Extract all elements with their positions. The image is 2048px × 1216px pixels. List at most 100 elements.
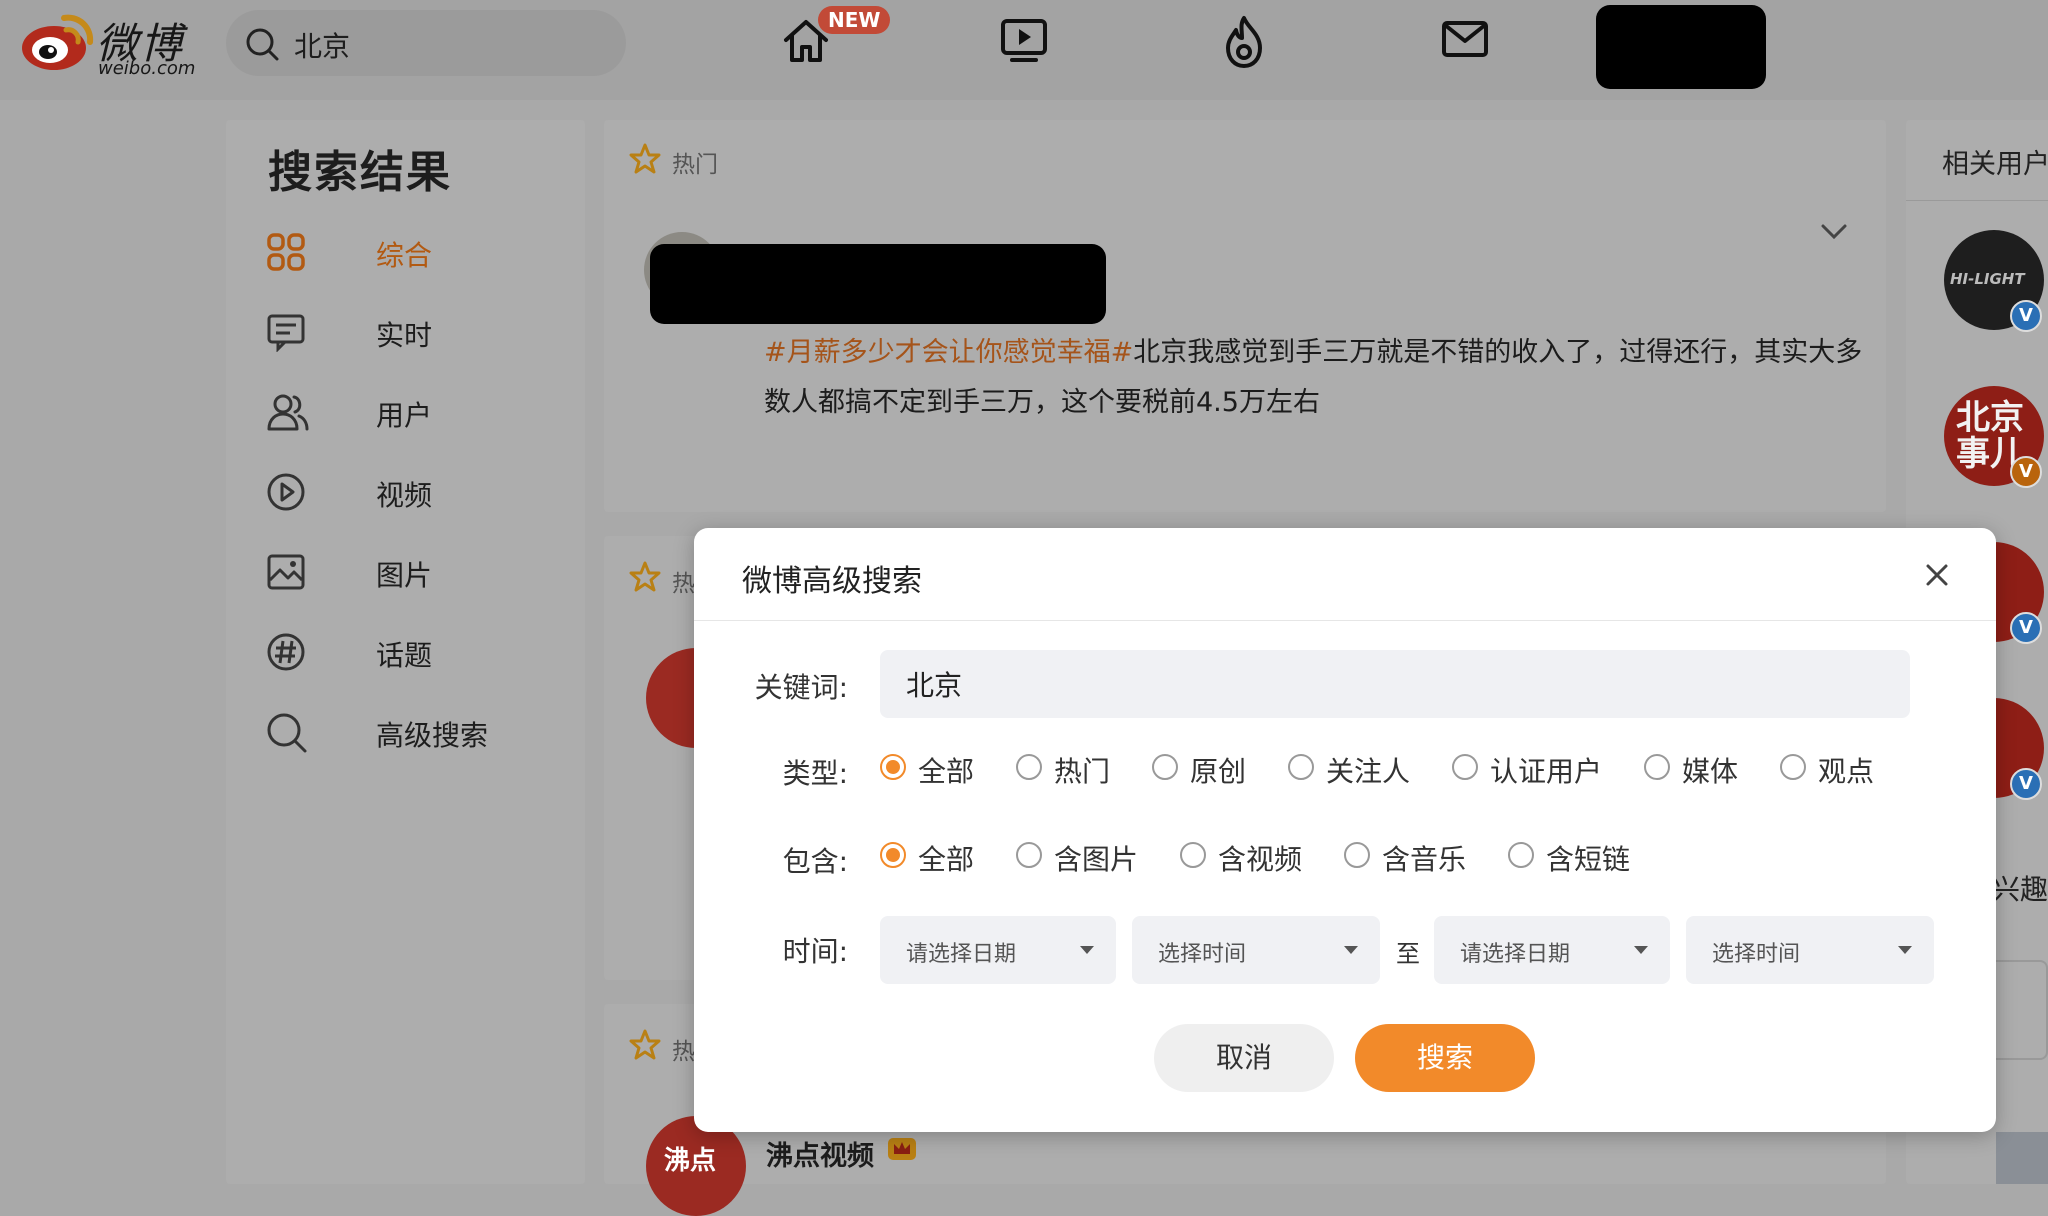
to-label: 至 [1396, 940, 1420, 968]
hot-label: 热 [672, 1039, 695, 1065]
radio-button[interactable] [1016, 842, 1042, 868]
end-date-select[interactable]: 请选择日期 [1434, 916, 1670, 984]
radio-label: 原创 [1190, 755, 1247, 788]
star-icon [629, 1029, 661, 1060]
post-text: #月薪多少才会让你感觉幸福#北京我感觉到手三万就是不错的收入了，过得还行，其实大… [764, 328, 1864, 428]
users-icon [267, 394, 309, 431]
radio-label: 关注人 [1326, 755, 1411, 788]
grid-icon [267, 233, 305, 271]
verified-badge: V [2010, 456, 2042, 488]
radio-label: 观点 [1818, 755, 1875, 788]
sidebar-item-users[interactable]: 用户 [266, 382, 566, 442]
start-time-select[interactable]: 选择时间 [1132, 916, 1380, 984]
keyword-label: 关键词: [754, 671, 848, 704]
radio-button[interactable] [1780, 754, 1806, 780]
radio-button[interactable] [1180, 842, 1206, 868]
end-time-select[interactable]: 选择时间 [1686, 916, 1934, 984]
sidebar-item-label: 综合 [376, 239, 433, 272]
time-label: 时间: [782, 935, 848, 968]
advanced-search-dialog: 微博高级搜索 关键词: 类型: 全部 热门 原创 关注人 认证用户 媒体 观点 … [694, 528, 1996, 1132]
hashtag-icon [267, 633, 305, 671]
redacted-user-area[interactable] [1596, 5, 1766, 89]
radio-button[interactable] [1644, 754, 1670, 780]
radio-button[interactable] [1288, 754, 1314, 780]
sidebar-item-video[interactable]: 视频 [266, 462, 566, 522]
caret-down-icon [1080, 946, 1094, 954]
radio-button[interactable] [1152, 754, 1178, 780]
thumbnail[interactable] [1996, 1132, 2048, 1184]
sidebar-item-topics[interactable]: 话题 [266, 622, 566, 682]
sidebar-item-label: 图片 [376, 559, 433, 592]
keyword-input[interactable] [880, 650, 1910, 718]
radio-label: 含图片 [1054, 843, 1139, 876]
mail-icon[interactable] [1440, 14, 1490, 64]
dialog-title: 微博高级搜索 [742, 564, 922, 599]
sidebar-item-images[interactable]: 图片 [266, 542, 566, 602]
crown-icon [888, 1138, 916, 1160]
radio-label: 全部 [918, 843, 975, 876]
related-users-title: 相关用户 [1942, 149, 2048, 180]
type-label: 类型: [782, 757, 848, 790]
message-icon [267, 314, 305, 352]
weibo-logo[interactable]: 微博 weibo.com [20, 8, 210, 79]
close-icon[interactable] [1924, 562, 1950, 588]
search-input[interactable]: 北京 [226, 10, 626, 76]
search-icon [267, 713, 307, 753]
select-placeholder: 请选择日期 [906, 942, 1017, 967]
image-icon [267, 554, 305, 590]
top-navigation-bar: 微博 weibo.com 北京 NEW [0, 0, 2048, 100]
verified-badge: V [2010, 768, 2042, 800]
radio-label: 含视频 [1218, 843, 1303, 876]
radio-button[interactable] [1016, 754, 1042, 780]
weibo-eye-icon [22, 14, 94, 70]
hot-label: 热 [672, 571, 695, 597]
logo-subtext: weibo.com [98, 58, 196, 79]
search-result-sidebar: 搜索结果 综合 实时 用户 视频 图片 话题 高级搜索 [226, 120, 585, 1184]
radio-button[interactable] [1344, 842, 1370, 868]
hashtag-link[interactable]: #月薪多少才会让你感觉幸福# [764, 337, 1133, 368]
radio-label: 认证用户 [1490, 755, 1603, 788]
select-placeholder: 选择时间 [1158, 942, 1247, 967]
radio-label: 全部 [918, 755, 975, 788]
start-date-select[interactable]: 请选择日期 [880, 916, 1116, 984]
search-button[interactable]: 搜索 [1355, 1024, 1535, 1092]
interest-section-title: 兴趣 [1992, 873, 2048, 906]
verified-badge: V [2010, 300, 2042, 332]
new-badge: NEW [818, 6, 891, 34]
search-query-text: 北京 [294, 30, 351, 63]
sidebar-item-realtime[interactable]: 实时 [266, 302, 566, 362]
fire-icon[interactable] [1218, 14, 1270, 70]
sidebar-item-comprehensive[interactable]: 综合 [266, 222, 566, 282]
divider [1906, 200, 2048, 201]
radio-label: 媒体 [1682, 755, 1739, 788]
sidebar-item-label: 高级搜索 [376, 719, 489, 752]
sidebar-item-advanced-search[interactable]: 高级搜索 [266, 702, 566, 762]
radio-button[interactable] [1452, 754, 1478, 780]
avatar-text: HI-LIGHT [1950, 270, 2025, 288]
star-icon [629, 561, 661, 592]
radio-button[interactable] [1508, 842, 1534, 868]
sidebar-item-label: 用户 [376, 399, 433, 432]
sidebar-item-label: 实时 [376, 319, 433, 352]
select-placeholder: 选择时间 [1712, 942, 1801, 967]
caret-down-icon [1634, 946, 1648, 954]
search-icon [246, 28, 279, 61]
divider [694, 620, 1996, 621]
star-icon [629, 143, 661, 174]
radio-label: 含短链 [1546, 843, 1631, 876]
cancel-button[interactable]: 取消 [1154, 1024, 1334, 1092]
caret-down-icon [1898, 946, 1912, 954]
select-placeholder: 请选择日期 [1460, 942, 1571, 967]
author-name[interactable]: 沸点视频 [766, 1134, 874, 1173]
radio-button[interactable] [880, 754, 906, 780]
include-label: 包含: [782, 845, 848, 878]
avatar-text: 沸点 [664, 1146, 717, 1176]
caret-down-icon [1344, 946, 1358, 954]
radio-label: 含音乐 [1382, 843, 1467, 876]
play-circle-icon [267, 473, 305, 511]
video-play-icon[interactable] [998, 14, 1050, 66]
chevron-down-icon[interactable] [1820, 222, 1848, 242]
sidebar-item-label: 话题 [376, 639, 433, 672]
verified-badge: V [2010, 612, 2042, 644]
radio-button[interactable] [880, 842, 906, 868]
